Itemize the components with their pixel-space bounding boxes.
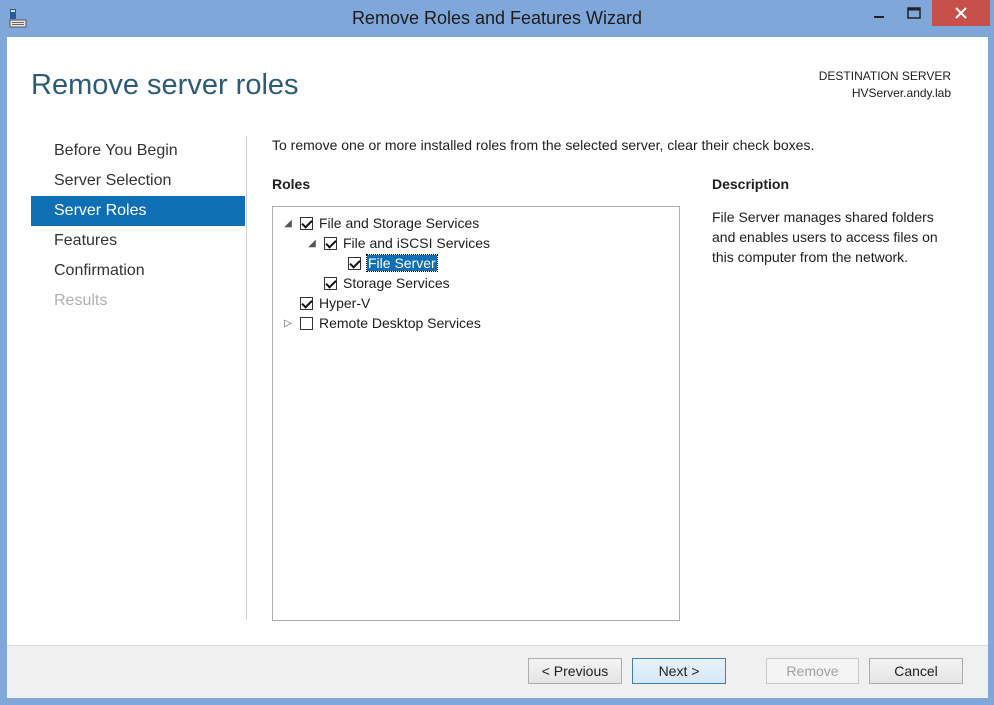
destination-server-info: DESTINATION SERVER HVServer.andy.lab: [819, 68, 951, 102]
roles-tree[interactable]: ◢ File and Storage Services ◢ File and i…: [272, 206, 680, 621]
role-checkbox[interactable]: [324, 236, 337, 250]
role-file-server[interactable]: File Server: [329, 253, 438, 273]
role-checkbox[interactable]: [300, 216, 313, 230]
collapsed-arrow-icon[interactable]: ▷: [281, 316, 295, 330]
description-text: File Server manages shared folders and e…: [712, 209, 938, 265]
close-button[interactable]: [932, 0, 990, 26]
previous-button[interactable]: < Previous: [528, 658, 622, 684]
role-checkbox[interactable]: [324, 276, 337, 290]
expander-placeholder: [329, 256, 343, 270]
role-checkbox[interactable]: [300, 316, 313, 330]
destination-label: DESTINATION SERVER: [818, 69, 951, 83]
next-button[interactable]: Next >: [632, 658, 726, 684]
role-file-and-iscsi-services[interactable]: ◢ File and iSCSI Services: [305, 233, 490, 253]
role-remote-desktop-services[interactable]: ▷ Remote Desktop Services: [281, 313, 481, 333]
title-bar[interactable]: Remove Roles and Features Wizard: [0, 0, 994, 37]
remove-button: Remove: [766, 658, 859, 684]
window-title: Remove Roles and Features Wizard: [351, 8, 643, 28]
role-checkbox[interactable]: [348, 256, 361, 270]
minimize-icon: [874, 16, 884, 18]
expanded-arrow-icon[interactable]: ◢: [305, 236, 319, 250]
expanded-arrow-icon[interactable]: ◢: [281, 216, 295, 230]
nav-item-features[interactable]: Features: [31, 226, 245, 256]
role-label: File Server: [366, 254, 438, 272]
role-label: Remote Desktop Services: [319, 315, 481, 331]
maximize-button[interactable]: [897, 0, 931, 26]
wizard-window: Remove Roles and Features Wizard Remove …: [0, 0, 994, 705]
wizard-nav: Before You Begin Server Selection Server…: [31, 136, 245, 316]
role-label: Hyper-V: [319, 295, 371, 311]
maximize-icon: [907, 7, 921, 19]
minimize-button[interactable]: [862, 0, 896, 26]
nav-divider: [246, 136, 247, 620]
cancel-button[interactable]: Cancel: [869, 658, 963, 684]
role-label: File and iSCSI Services: [343, 235, 491, 251]
nav-item-server-selection[interactable]: Server Selection: [31, 166, 245, 196]
wizard-client-area: Remove server roles DESTINATION SERVER H…: [7, 37, 988, 698]
instruction-text: To remove one or more installed roles fr…: [272, 137, 815, 153]
nav-item-before-you-begin[interactable]: Before You Begin: [31, 136, 245, 166]
roles-heading: Roles: [272, 176, 311, 192]
page-title: Remove server roles: [31, 69, 299, 101]
role-checkbox[interactable]: [300, 296, 313, 310]
nav-item-confirmation[interactable]: Confirmation: [31, 256, 245, 286]
destination-server-name: HVServer.andy.lab: [851, 86, 951, 100]
close-icon: [955, 7, 967, 19]
nav-item-server-roles[interactable]: Server Roles: [31, 196, 245, 226]
nav-item-results: Results: [54, 292, 108, 309]
role-hyper-v[interactable]: Hyper-V: [281, 293, 370, 313]
description-heading: Description: [712, 176, 790, 192]
expander-placeholder: [305, 276, 319, 290]
role-label: File and Storage Services: [319, 215, 480, 231]
role-label: Storage Services: [343, 275, 450, 291]
role-file-and-storage-services[interactable]: ◢ File and Storage Services: [281, 213, 479, 233]
role-storage-services[interactable]: Storage Services: [305, 273, 450, 293]
expander-placeholder: [281, 296, 295, 310]
